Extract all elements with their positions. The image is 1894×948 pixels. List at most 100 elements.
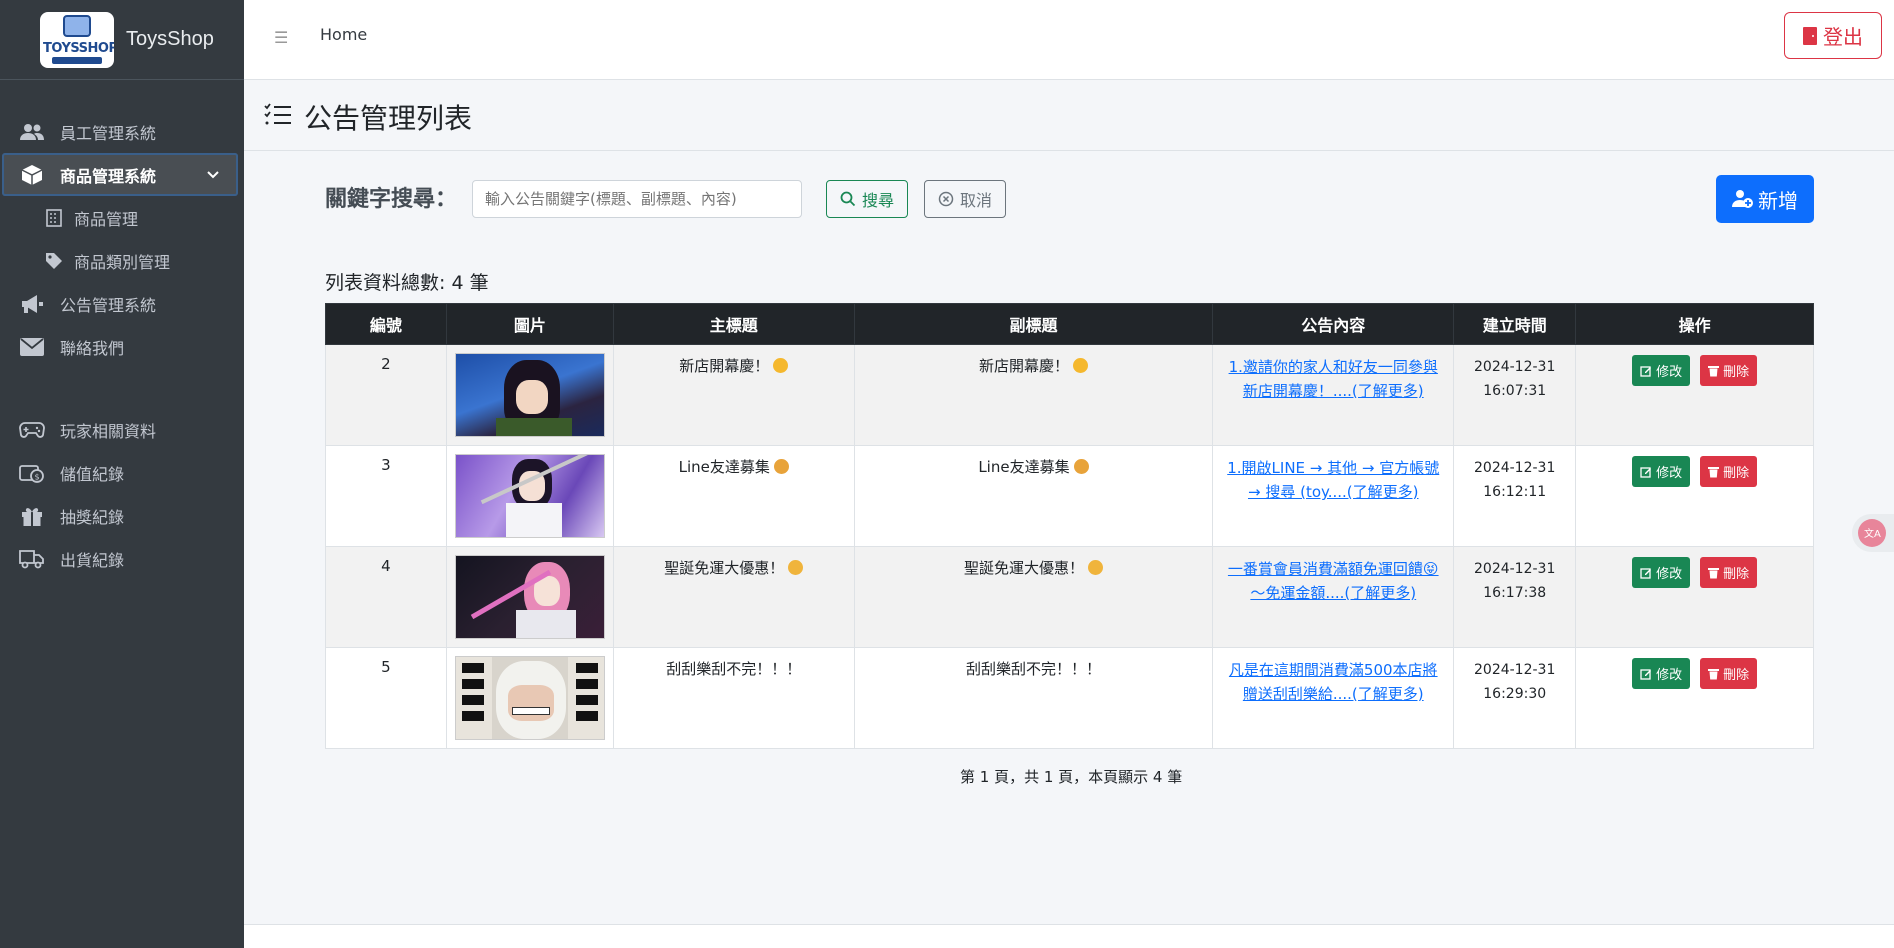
topbar: ☰ Home 登出: [244, 0, 1894, 80]
column-header: 副標題: [853, 303, 1214, 345]
sidebar-item-label: 抽獎紀錄: [60, 507, 125, 527]
table-header-row: 編號 圖片 主標題 副標題 公告內容 建立時間 操作: [325, 303, 1814, 345]
brand-name: ToysShop: [126, 28, 214, 50]
announcement-image: [454, 555, 605, 639]
cell-created-at: 2024-12-31 16:29:30: [1453, 647, 1577, 749]
megaphone-icon: [18, 292, 46, 316]
gift-icon: [18, 504, 46, 528]
sidebar-item-product-manage[interactable]: 商品管理: [0, 196, 244, 239]
sidebar-item-label: 出貨紀錄: [60, 550, 125, 570]
cell-id: 5: [325, 647, 447, 749]
cell-image: [445, 344, 614, 446]
sidebar-item-label: 玩家相關資料: [60, 421, 157, 441]
users-icon: [18, 120, 46, 144]
sun-emoji-icon: [773, 358, 789, 373]
content-link[interactable]: 凡是在這期間消費滿500本店將贈送刮刮樂給....(了解更多): [1223, 658, 1443, 706]
cell-title: Line友達募集: [612, 445, 855, 547]
edit-button[interactable]: 修改: [1632, 355, 1691, 386]
cell-content: 一番賞會員消費滿額免運回饋😝～免運金額....(了解更多): [1212, 546, 1455, 648]
cancel-button[interactable]: 取消: [924, 180, 1006, 218]
column-header: 公告內容: [1212, 303, 1455, 345]
cell-content: 1.邀請你的家人和好友一同參與新店開幕慶！....(了解更多): [1212, 344, 1455, 446]
sun-emoji-icon: [1072, 358, 1088, 373]
hamburger-icon[interactable]: ☰: [274, 28, 288, 47]
announcement-table: 編號 圖片 主標題 副標題 公告內容 建立時間 操作 2 新店開幕慶！ 新店開幕…: [325, 303, 1814, 749]
sidebar-item-shipping[interactable]: 出貨紀錄: [0, 537, 244, 580]
home-link[interactable]: Home: [320, 25, 367, 44]
sidebar-item-label: 聯絡我們: [60, 338, 125, 358]
building-icon: [44, 208, 64, 228]
sidebar-item-announcements[interactable]: 公告管理系統: [0, 282, 244, 325]
search-input[interactable]: [472, 180, 802, 218]
svg-text:$: $: [34, 472, 39, 481]
cell-id: 4: [325, 546, 447, 648]
sidebar-item-contact[interactable]: 聯絡我們: [0, 325, 244, 368]
column-header: 建立時間: [1453, 303, 1577, 345]
sidebar-item-label: 儲值紀錄: [60, 464, 125, 484]
cell-content: 凡是在這期間消費滿500本店將贈送刮刮樂給....(了解更多): [1212, 647, 1455, 749]
sidebar-item-label: 商品類別管理: [74, 252, 171, 272]
cell-subtitle: Line友達募集: [853, 445, 1214, 547]
sidebar-item-label: 商品管理: [74, 209, 139, 229]
cell-title: 刮刮樂刮不完！！！: [612, 647, 855, 749]
edit-icon: [1640, 365, 1652, 377]
user-plus-icon: [1732, 190, 1753, 208]
cell-created-at: 2024-12-31 16:07:31: [1453, 344, 1577, 446]
sidebar-item-lottery[interactable]: 抽獎紀錄: [0, 494, 244, 537]
cell-title: 聖誕免運大優惠！: [612, 546, 855, 648]
edit-button[interactable]: 修改: [1632, 456, 1691, 487]
table-row: 4 聖誕免運大優惠！ 聖誕免運大優惠！ 一番賞會員消費滿額免運回饋😝～免運金額.…: [325, 546, 1814, 648]
delete-button[interactable]: 刪除: [1700, 658, 1758, 689]
trash-icon: [1708, 365, 1720, 376]
flexed-arm-emoji-icon: [788, 560, 804, 575]
edit-button[interactable]: 修改: [1632, 557, 1691, 588]
content-link[interactable]: 一番賞會員消費滿額免運回饋😝～免運金額....(了解更多): [1223, 557, 1443, 605]
door-icon: [1803, 26, 1817, 45]
brand[interactable]: TOYSSHOP ToysShop: [0, 0, 244, 80]
page-title: 公告管理列表: [264, 97, 472, 137]
cell-image: [445, 546, 614, 648]
sidebar-item-staff[interactable]: 員工管理系統: [0, 110, 244, 153]
gamepad-icon: [18, 418, 46, 442]
column-header: 主標題: [612, 303, 855, 345]
cell-created-at: 2024-12-31 16:12:11: [1453, 445, 1577, 547]
sidebar-nav: 員工管理系統 商品管理系統 商品管理 商品類別管理 公告管理系統 聯絡我們 玩家…: [0, 80, 244, 580]
search-icon: [840, 191, 856, 207]
cell-image: [445, 647, 614, 749]
box-icon: [18, 163, 46, 187]
cell-subtitle: 聖誕免運大優惠！: [853, 546, 1214, 648]
sidebar-item-label: 商品管理系統: [60, 166, 157, 186]
tags-icon: [44, 251, 64, 271]
list-icon: [264, 101, 292, 134]
content-link[interactable]: 1.邀請你的家人和好友一同參與新店開幕慶！....(了解更多): [1223, 355, 1443, 403]
cell-subtitle: 刮刮樂刮不完！！！: [853, 647, 1214, 749]
add-button[interactable]: 新增: [1716, 175, 1814, 223]
content-link[interactable]: 1.開啟LINE → 其他 → 官方帳號 → 搜尋 (toy....(了解更多): [1223, 456, 1443, 504]
translate-floating-button[interactable]: 文A: [1852, 514, 1894, 552]
toysshop-logo: TOYSSHOP: [40, 11, 114, 68]
total-count: 列表資料總數: 4 筆: [325, 272, 489, 294]
announcement-image: [454, 454, 605, 538]
delete-button[interactable]: 刪除: [1700, 456, 1758, 487]
search-label: 關鍵字搜尋：: [325, 187, 458, 212]
delete-button[interactable]: 刪除: [1700, 355, 1758, 386]
sidebar-item-label: 公告管理系統: [60, 295, 157, 315]
table-row: 3 Line友達募集 Line友達募集 1.開啟LINE → 其他 → 官方帳號…: [325, 445, 1814, 547]
table-row: 2 新店開幕慶！ 新店開幕慶！ 1.邀請你的家人和好友一同參與新店開幕慶！...…: [325, 344, 1814, 446]
sidebar-item-players[interactable]: 玩家相關資料: [0, 408, 244, 451]
truck-icon: [18, 547, 46, 571]
announcement-image: [454, 353, 605, 437]
sidebar: TOYSSHOP ToysShop 員工管理系統 商品管理系統 商品管理 商品類…: [0, 0, 244, 948]
footer: [244, 924, 1894, 948]
svg-text:文A: 文A: [1864, 527, 1881, 540]
edit-button[interactable]: 修改: [1632, 658, 1691, 689]
search-button[interactable]: 搜尋: [826, 180, 908, 218]
cell-id: 3: [325, 445, 447, 547]
sidebar-item-topup[interactable]: $ 儲值紀錄: [0, 451, 244, 494]
sidebar-item-products[interactable]: 商品管理系統: [2, 153, 238, 196]
logout-button[interactable]: 登出: [1784, 12, 1882, 59]
sidebar-item-category-manage[interactable]: 商品類別管理: [0, 239, 244, 282]
delete-button[interactable]: 刪除: [1700, 557, 1758, 588]
envelope-icon: [18, 335, 46, 359]
column-header: 圖片: [445, 303, 614, 345]
